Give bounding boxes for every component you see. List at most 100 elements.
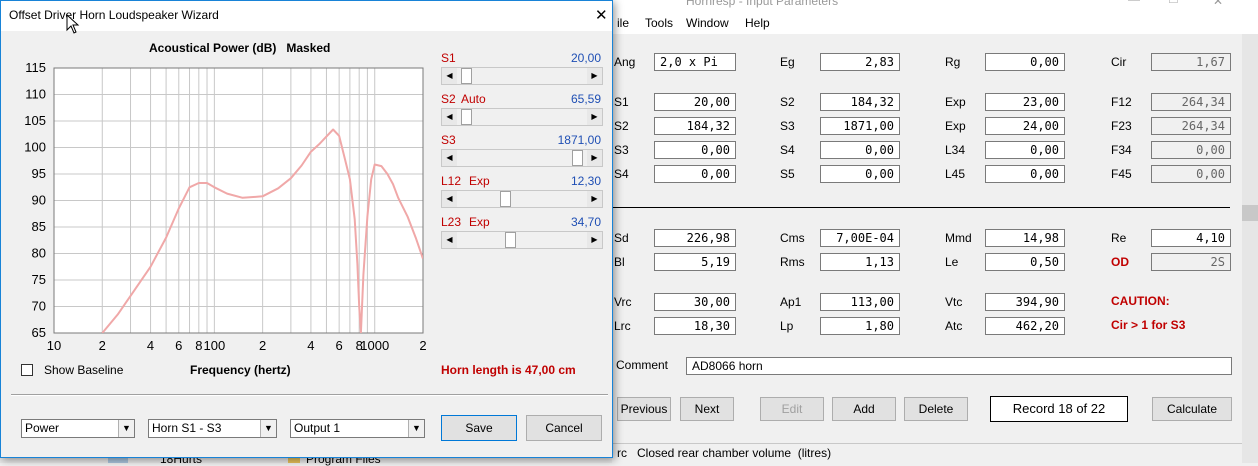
- param-label-l45: L45: [945, 167, 966, 181]
- param-label-s5: S5: [780, 167, 795, 181]
- horn-section-dropdown[interactable]: Horn S1 - S3 ▼: [148, 419, 277, 438]
- main-right-scroll: [1242, 205, 1258, 221]
- menu-help[interactable]: Help: [745, 16, 770, 30]
- next-button[interactable]: Next: [680, 397, 734, 421]
- param-field-f45: 0,00: [1151, 165, 1231, 183]
- param-field-s4[interactable]: 0,00: [820, 141, 900, 159]
- slider-s3[interactable]: ◀ ▶: [441, 149, 603, 167]
- menu-tools[interactable]: Tools: [645, 16, 673, 30]
- param-field-atc[interactable]: 462,20: [985, 317, 1065, 335]
- param-field-exp[interactable]: 24,00: [985, 117, 1065, 135]
- edit-button-label: Edit: [781, 402, 803, 416]
- param-label-eg: Eg: [780, 55, 795, 69]
- arrow-left-icon[interactable]: ◀: [442, 109, 457, 125]
- param-field-s3[interactable]: 1871,00: [820, 117, 900, 135]
- slider-l23[interactable]: ◀ ▶: [441, 231, 603, 249]
- param-field-cir: 1,67: [1151, 53, 1231, 71]
- slider-thumb[interactable]: [572, 150, 584, 166]
- param-label-exp: Exp: [945, 95, 966, 109]
- param-field-l34[interactable]: 0,00: [985, 141, 1065, 159]
- caution-label: CAUTION:: [1111, 294, 1170, 308]
- arrow-left-icon[interactable]: ◀: [442, 68, 457, 84]
- x-axis-label: Frequency (hertz): [190, 363, 291, 377]
- add-button[interactable]: Add: [832, 397, 896, 421]
- add-button-label: Add: [853, 402, 875, 416]
- output-number-dropdown[interactable]: Output 1 ▼: [290, 419, 425, 438]
- slider-mode-l23: Exp: [469, 215, 490, 229]
- param-field-s2[interactable]: 184,32: [820, 93, 900, 111]
- arrow-left-icon[interactable]: ◀: [442, 191, 457, 207]
- param-field-s3[interactable]: 0,00: [654, 141, 736, 159]
- previous-button[interactable]: Previous: [617, 397, 671, 421]
- param-field-mmd[interactable]: 14,98: [985, 229, 1065, 247]
- param-field-rms[interactable]: 1,13: [820, 253, 900, 271]
- param-label-cir: Cir: [1111, 55, 1127, 69]
- x-tick-label: 6: [336, 338, 343, 353]
- wizard-close-icon[interactable]: ✕: [595, 6, 608, 24]
- slider-mode-s2: Auto: [461, 92, 486, 106]
- slider-thumb[interactable]: [460, 68, 472, 84]
- param-field-ang[interactable]: 2,0 x Pi: [654, 53, 736, 71]
- param-label-f34: F34: [1111, 143, 1132, 157]
- main-close-icon[interactable]: ✕: [1213, 0, 1223, 8]
- menu-window[interactable]: Window: [686, 16, 729, 30]
- main-minimize-icon[interactable]: —: [1128, 0, 1140, 6]
- arrow-right-icon[interactable]: ▶: [587, 109, 602, 125]
- param-field-eg[interactable]: 2,83: [820, 53, 900, 71]
- save-button-label: Save: [465, 421, 493, 435]
- slider-thumb[interactable]: [499, 191, 511, 207]
- arrow-right-icon[interactable]: ▶: [587, 68, 602, 84]
- param-field-le[interactable]: 0,50: [985, 253, 1065, 271]
- arrow-right-icon[interactable]: ▶: [587, 150, 602, 166]
- param-field-vrc[interactable]: 30,00: [654, 293, 736, 311]
- caution-detail: Cir > 1 for S3: [1111, 318, 1186, 332]
- cancel-button[interactable]: Cancel: [526, 415, 602, 441]
- param-field-l45[interactable]: 0,00: [985, 165, 1065, 183]
- param-field-rg[interactable]: 0,00: [985, 53, 1065, 71]
- slider-label-l23: L23: [441, 215, 462, 229]
- param-label-sd: Sd: [614, 231, 629, 245]
- chevron-down-icon: ▼: [408, 420, 424, 437]
- param-field-lp[interactable]: 1,80: [820, 317, 900, 335]
- param-field-s4[interactable]: 0,00: [654, 165, 736, 183]
- param-field-exp[interactable]: 23,00: [985, 93, 1065, 111]
- param-field-sd[interactable]: 226,98: [654, 229, 736, 247]
- slider-s2[interactable]: ◀ ▶: [441, 108, 603, 126]
- param-field-vtc[interactable]: 394,90: [985, 293, 1065, 311]
- delete-button[interactable]: Delete: [904, 397, 968, 421]
- arrow-left-icon[interactable]: ◀: [442, 150, 457, 166]
- edit-button[interactable]: Edit: [760, 397, 824, 421]
- slider-l12[interactable]: ◀ ▶: [441, 190, 603, 208]
- save-button[interactable]: Save: [441, 415, 517, 441]
- comment-field[interactable]: AD8066 horn: [686, 357, 1232, 375]
- param-field-s2[interactable]: 184,32: [654, 117, 736, 135]
- slider-thumb[interactable]: [460, 109, 472, 125]
- slider-thumb[interactable]: [504, 232, 516, 248]
- section-divider: [612, 207, 1230, 208]
- main-maximize-icon[interactable]: ☐: [1168, 0, 1179, 6]
- show-baseline-label[interactable]: Show Baseline: [44, 361, 123, 379]
- menu-file[interactable]: ile: [617, 16, 629, 30]
- slider-label-s3: S3: [441, 133, 456, 147]
- param-field-s1[interactable]: 20,00: [654, 93, 736, 111]
- param-label-f45: F45: [1111, 167, 1132, 181]
- show-baseline-checkbox[interactable]: [21, 364, 33, 376]
- param-label-le: Le: [945, 255, 959, 269]
- param-field-s5[interactable]: 0,00: [820, 165, 900, 183]
- param-field-cms[interactable]: 7,00E-04: [820, 229, 900, 247]
- previous-button-label: Previous: [620, 402, 668, 416]
- arrow-left-icon[interactable]: ◀: [442, 232, 457, 248]
- arrow-right-icon[interactable]: ▶: [587, 191, 602, 207]
- x-tick-label: 4: [147, 338, 154, 353]
- y-tick-label: 100: [24, 140, 46, 155]
- calculate-button[interactable]: Calculate: [1152, 397, 1232, 421]
- param-field-bl[interactable]: 5,19: [654, 253, 736, 271]
- param-label-od: OD: [1111, 255, 1129, 269]
- param-field-ap1[interactable]: 113,00: [820, 293, 900, 311]
- param-label-s3: S3: [780, 119, 795, 133]
- param-field-lrc[interactable]: 18,30: [654, 317, 736, 335]
- slider-s1[interactable]: ◀ ▶: [441, 67, 603, 85]
- param-field-re[interactable]: 4,10: [1151, 229, 1231, 247]
- arrow-right-icon[interactable]: ▶: [587, 232, 602, 248]
- output-type-dropdown[interactable]: Power ▼: [21, 419, 135, 438]
